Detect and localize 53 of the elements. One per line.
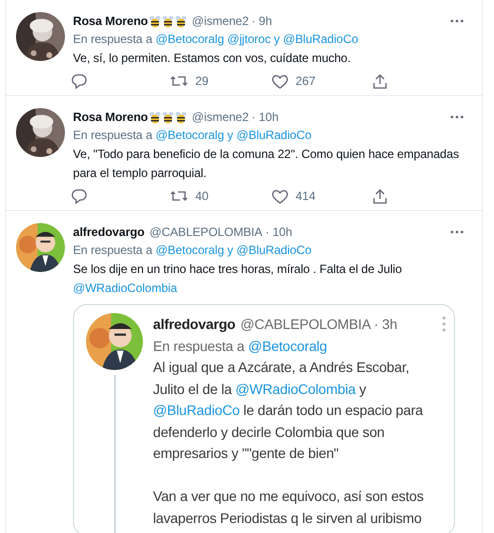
tweet-text: Ve, sí, lo permiten. Estamos con vos, cuídate mucho. <box>73 50 352 67</box>
mention-link[interactable]: @Betocoralg <box>156 128 224 142</box>
user-name[interactable]: alfredovargo <box>73 225 144 239</box>
bee-icon <box>148 110 161 124</box>
heart-icon <box>270 72 290 90</box>
mention-link[interactable]: @Betocoralg <box>248 338 328 354</box>
heart-icon <box>270 187 290 205</box>
mention-link[interactable]: @Betocoralg <box>156 32 224 46</box>
more-icon[interactable] <box>450 18 464 24</box>
retweet-button[interactable]: 40 <box>169 187 270 205</box>
user-name[interactable]: Rosa Moreno <box>73 110 148 124</box>
mention-link[interactable]: @BluRadioCo <box>153 402 240 418</box>
mention-link[interactable]: @WRadioColombia <box>235 380 356 396</box>
bee-icon <box>148 14 161 28</box>
timestamp[interactable]: · 9h <box>252 14 272 28</box>
bee-icon <box>162 110 174 124</box>
tweet-text: Al igual que a Azcárate, a Andrés Escobar, Julito el de la @WRadioColombia y @BluRadioCo le darán todo un espacio para defenderlo y decirle Colombia que son empresarios y ""gente de bien" <box>153 358 424 463</box>
bee-icon <box>174 14 187 28</box>
timestamp[interactable]: · 10h <box>265 225 292 239</box>
tweet-text: Van a ver que no me equivoco, así son estos lavaperros Periodistas q le sirven al uribismo <box>153 487 425 528</box>
timestamp[interactable]: · 10h <box>252 110 279 124</box>
count: 29 <box>195 74 209 88</box>
user-handle[interactable]: @CABLEPOLOMBIA <box>150 225 262 239</box>
bee-icon <box>174 110 187 124</box>
more-icon[interactable] <box>450 114 464 120</box>
like-button[interactable]: 414 <box>270 187 370 205</box>
mention-link[interactable]: @WRadioColombia <box>73 281 178 295</box>
count: 40 <box>195 189 209 203</box>
more-icon[interactable] <box>450 229 464 235</box>
tweet-text: Ve, "Todo para beneficio de la comuna 22". Como quien hace empanadas para el templo parroquial. <box>73 146 460 182</box>
bee-icon <box>162 14 174 28</box>
tweet-text: Se los dije en un trino hace tres horas, míralo . Falta el de Julio @WRadioColombia <box>73 261 403 297</box>
like-button[interactable]: 267 <box>270 72 370 90</box>
reply-icon <box>69 72 89 90</box>
mention-link[interactable]: @BluRadioCo <box>236 128 312 142</box>
reply-context: En respuesta a @Betocoralg y @BluRadioCo <box>73 127 313 144</box>
user-handle[interactable]: @CABLEPOLOMBIA <box>240 316 371 332</box>
reply-context: En respuesta a @Betocoralg y @BluRadioCo <box>73 242 313 259</box>
user-handle[interactable]: @ismene2 <box>192 14 249 28</box>
count: 414 <box>296 189 316 203</box>
timestamp[interactable]: · 3h <box>374 316 398 332</box>
mention-link[interactable]: @BluRadioCo <box>236 243 312 257</box>
reply-context: En respuesta a @Betocoralg <box>153 337 328 356</box>
reply-context: En respuesta a @Betocoralg @jjtoroc y @BluRadioCo <box>73 31 360 48</box>
retweet-button[interactable]: 29 <box>169 72 270 90</box>
mention-link[interactable]: @jjtoroc <box>227 32 271 46</box>
mention-link[interactable]: @BluRadioCo <box>283 32 358 46</box>
mention-link[interactable]: @Betocoralg <box>156 243 224 257</box>
reply-icon <box>69 187 89 205</box>
user-name[interactable]: alfredovargo <box>153 316 236 332</box>
user-handle[interactable]: @ismene2 <box>192 110 249 124</box>
user-name[interactable]: Rosa Moreno <box>73 14 148 28</box>
count: 267 <box>296 74 316 88</box>
